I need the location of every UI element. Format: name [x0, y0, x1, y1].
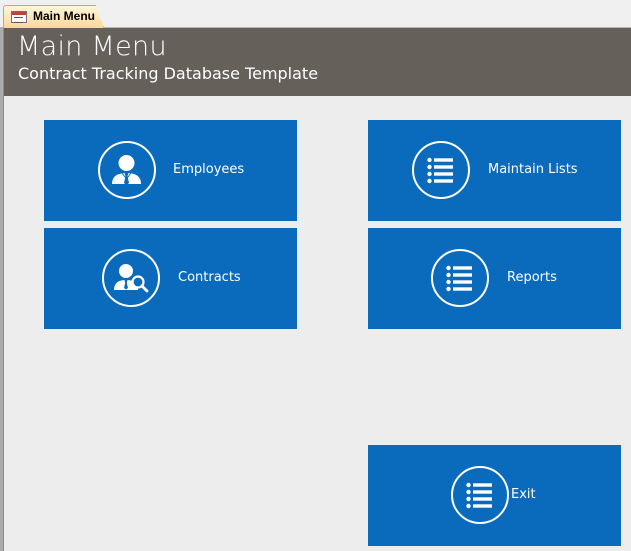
page-title: Main Menu — [17, 31, 167, 62]
contracts-label: Contracts — [178, 270, 241, 285]
person-icon — [98, 141, 156, 199]
person-search-icon — [102, 249, 160, 307]
tab-label: Main Menu — [33, 9, 95, 23]
employees-button[interactable]: Employees — [44, 120, 297, 221]
form-icon — [11, 11, 27, 23]
maintain-lists-button[interactable]: Maintain Lists — [368, 120, 621, 221]
main-menu-form: Main Menu Contract Tracking Database Tem… — [3, 28, 631, 551]
document-tab-strip: Main Menu — [0, 0, 631, 28]
contracts-button[interactable]: Contracts — [44, 228, 297, 329]
employees-label: Employees — [173, 162, 245, 177]
exit-button[interactable]: Exit — [368, 445, 621, 546]
list-icon — [431, 249, 489, 307]
maintain-lists-label: Maintain Lists — [488, 162, 578, 177]
exit-label: Exit — [511, 487, 536, 502]
list-icon — [412, 141, 470, 199]
reports-label: Reports — [507, 270, 557, 285]
reports-button[interactable]: Reports — [368, 228, 621, 329]
list-icon — [451, 466, 509, 524]
form-header: Main Menu Contract Tracking Database Tem… — [4, 28, 631, 96]
tab-main-menu[interactable]: Main Menu — [3, 5, 104, 28]
page-subtitle: Contract Tracking Database Template — [18, 64, 319, 83]
